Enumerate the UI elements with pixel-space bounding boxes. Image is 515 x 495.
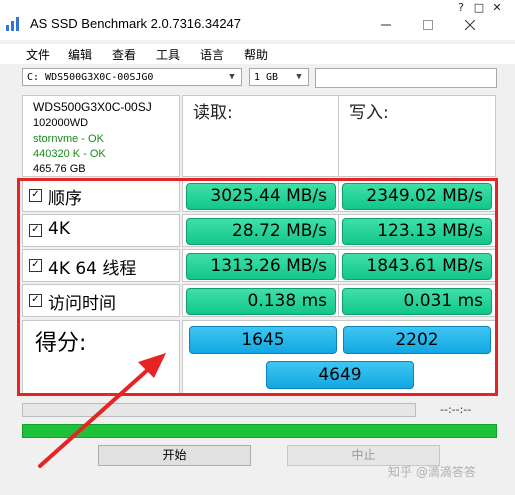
- read-column-header: 读取:: [182, 95, 340, 177]
- drive-select[interactable]: C: WDS500G3X0C-00SJG0 ▼: [22, 68, 242, 86]
- drive-select-value: C: WDS500G3X0C-00SJG0: [27, 72, 154, 83]
- menu-file[interactable]: 文件: [26, 46, 50, 63]
- write-header-label: 写入:: [349, 103, 389, 123]
- access-time-label: 访问时间: [48, 294, 116, 314]
- maximize-icon: [423, 20, 433, 30]
- sequential-write-value: 2349.02 MB/s: [342, 183, 492, 210]
- access-time-checkbox[interactable]: ✓: [29, 294, 42, 307]
- total-score: 4649: [266, 361, 414, 389]
- close-button[interactable]: [450, 12, 490, 38]
- title-bar: AS SSD Benchmark 2.0.7316.34247 ? □ ✕: [0, 0, 515, 40]
- 4k-read-value: 28.72 MB/s: [186, 218, 336, 245]
- read-header-label: 读取:: [193, 103, 233, 123]
- path-input[interactable]: [315, 68, 497, 88]
- 4k-read-cell: 28.72 MB/s: [182, 214, 340, 247]
- score-label: 得分:: [35, 331, 87, 356]
- read-score: 1645: [189, 326, 337, 354]
- score-area: 1645 2202 4649: [182, 320, 496, 396]
- access-time-write-cell: 0.031 ms: [338, 284, 496, 317]
- row-sequential: ✓ 顺序: [22, 179, 180, 212]
- close-icon: [465, 20, 475, 30]
- 4k-write-cell: 123.13 MB/s: [338, 214, 496, 247]
- 4k-write-value: 123.13 MB/s: [342, 218, 492, 245]
- drive-firmware: 102000WD: [33, 117, 89, 129]
- minimize-icon: [381, 24, 391, 26]
- driver-status: stornvme - OK: [33, 133, 104, 145]
- access-time-read-cell: 0.138 ms: [182, 284, 340, 317]
- elapsed-timer: --:--:--: [440, 403, 472, 416]
- overall-progress-bar: [22, 424, 497, 438]
- sequential-checkbox[interactable]: ✓: [29, 189, 42, 202]
- chevron-down-icon: ▼: [229, 72, 235, 82]
- score-label-cell: 得分:: [22, 320, 180, 396]
- size-select[interactable]: 1 GB ▼: [249, 68, 309, 86]
- access-time-write-value: 0.031 ms: [342, 288, 492, 315]
- sequential-write-cell: 2349.02 MB/s: [338, 179, 496, 212]
- menu-view[interactable]: 查看: [112, 46, 136, 63]
- write-score: 2202: [343, 326, 491, 354]
- write-column-header: 写入:: [338, 95, 496, 177]
- 4k-64-label: 4K 64 线程: [48, 259, 137, 279]
- small-close-icon[interactable]: ✕: [490, 0, 504, 14]
- window-title: AS SSD Benchmark 2.0.7316.34247: [30, 16, 242, 31]
- 4k-64-write-cell: 1843.61 MB/s: [338, 249, 496, 282]
- 4k-64-read-cell: 1313.26 MB/s: [182, 249, 340, 282]
- menu-bar: 文件 编辑 查看 工具 语言 帮助: [0, 44, 515, 64]
- drive-model: WDS500G3X0C-00SJ: [33, 100, 152, 114]
- size-select-value: 1 GB: [254, 72, 279, 83]
- 4k-64-read-value: 1313.26 MB/s: [186, 253, 336, 280]
- app-window: AS SSD Benchmark 2.0.7316.34247 ? □ ✕ 文件…: [0, 0, 515, 495]
- 4k-64-checkbox[interactable]: ✓: [29, 259, 42, 272]
- sequential-label: 顺序: [48, 189, 82, 209]
- maximize-button[interactable]: [408, 12, 448, 38]
- menu-help[interactable]: 帮助: [244, 46, 268, 63]
- menu-language[interactable]: 语言: [200, 46, 224, 63]
- alignment-status: 440320 K - OK: [33, 148, 106, 160]
- 4k-label: 4K: [48, 219, 70, 239]
- benchmark-app-icon: [6, 17, 20, 31]
- 4k-64-write-value: 1843.61 MB/s: [342, 253, 492, 280]
- start-button[interactable]: 开始: [98, 445, 251, 466]
- sequential-read-cell: 3025.44 MB/s: [182, 179, 340, 212]
- menu-edit[interactable]: 编辑: [68, 46, 92, 63]
- row-4k-64-thrd: ✓ 4K 64 线程: [22, 249, 180, 282]
- 4k-checkbox[interactable]: ✓: [29, 224, 42, 237]
- access-time-read-value: 0.138 ms: [186, 288, 336, 315]
- watermark: 知乎 @滴滴答答: [388, 465, 476, 479]
- row-access-time: ✓ 访问时间: [22, 284, 180, 317]
- drive-capacity: 465.76 GB: [33, 163, 86, 175]
- menu-tools[interactable]: 工具: [156, 46, 180, 63]
- chevron-down-icon: ▼: [296, 72, 302, 82]
- sequential-read-value: 3025.44 MB/s: [186, 183, 336, 210]
- row-4k: ✓ 4K: [22, 214, 180, 247]
- drive-info-panel: WDS500G3X0C-00SJ 102000WD stornvme - OK …: [22, 95, 180, 177]
- minimize-button[interactable]: [366, 12, 406, 38]
- test-progress-bar: [22, 403, 416, 417]
